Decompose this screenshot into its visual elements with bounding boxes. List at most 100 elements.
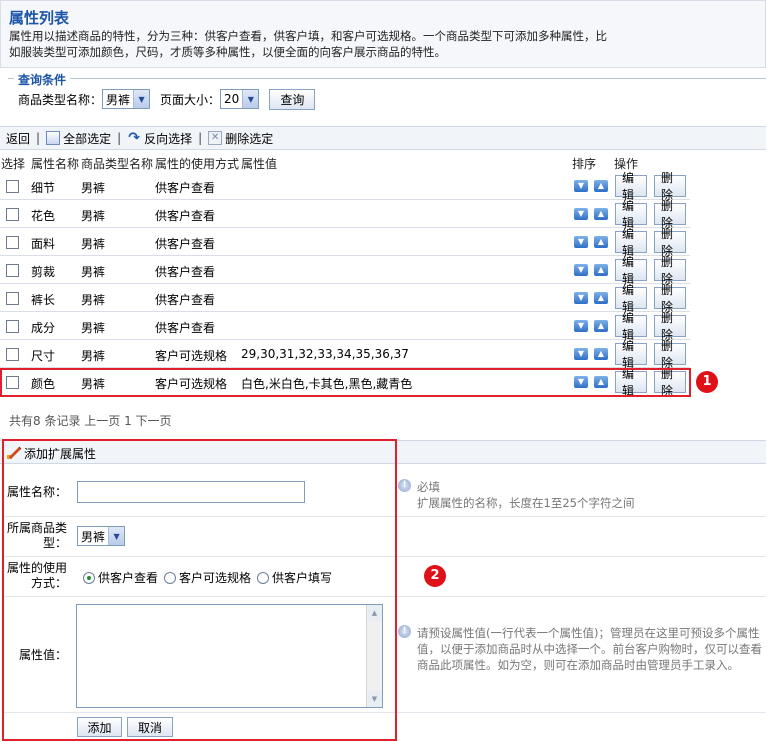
delete-button[interactable]: 删除 — [654, 283, 686, 314]
highlight-box-row — [0, 368, 691, 397]
edit-button[interactable]: 编辑 — [615, 339, 647, 370]
row-checkbox[interactable] — [6, 264, 19, 277]
page-description: 属性用以描述商品的特性，分为三种：供客户查看，供客户填，和客户可选规格。一个商品… — [9, 29, 607, 59]
table-row: 细节 男裤 供客户查看 ▼ ▲ 编辑 删除 — [0, 171, 690, 202]
row-type: 男裤 — [81, 349, 106, 363]
delete-button[interactable]: 删除 — [654, 255, 686, 286]
table-row: 剪裁 男裤 供客户查看 ▼ ▲ 编辑 删除 — [0, 255, 690, 286]
invert-selection-button[interactable]: ↷ 反向选择 — [127, 130, 192, 147]
search-button[interactable]: 查询 — [269, 88, 316, 110]
sort-down-icon[interactable]: ▼ — [574, 292, 588, 304]
sort-up-icon[interactable]: ▲ — [594, 236, 608, 248]
row-usage: 供客户查看 — [155, 181, 216, 195]
table-header: 选择 属性名称 商品类型名称 属性的使用方式 属性值 排序 操作 — [0, 154, 766, 172]
sort-up-icon[interactable]: ▲ — [594, 292, 608, 304]
edit-button[interactable]: 编辑 — [615, 255, 647, 286]
page-header: 属性列表 属性用以描述商品的特性，分为三种：供客户查看，供客户填，和客户可选规格… — [0, 0, 766, 68]
sort-down-icon[interactable]: ▼ — [574, 320, 588, 332]
delete-button[interactable]: 删除 — [654, 339, 686, 370]
edit-button[interactable]: 编辑 — [615, 283, 647, 314]
sort-up-icon[interactable]: ▲ — [594, 264, 608, 276]
values-hint: ! 请预设属性值(一行代表一个属性值)；管理员在这里可预设多个属性值，以便于添加商… — [398, 625, 764, 673]
select-all-button[interactable]: 全部选定 — [46, 130, 111, 147]
row-checkbox[interactable] — [6, 320, 19, 333]
sort-down-icon[interactable]: ▼ — [574, 348, 588, 360]
row-name: 剪裁 — [31, 265, 56, 279]
annotation-badge-2: 2 — [424, 565, 446, 587]
row-name: 尺寸 — [31, 349, 56, 363]
col-select: 选择 — [1, 157, 26, 171]
delete-button[interactable]: 删除 — [654, 227, 686, 258]
info-icon: ! — [398, 479, 411, 492]
sort-up-icon[interactable]: ▲ — [594, 348, 608, 360]
row-checkbox[interactable] — [6, 208, 19, 221]
row-usage: 供客户查看 — [155, 265, 216, 279]
row-name: 细节 — [31, 181, 56, 195]
toolbar-divider: | — [117, 131, 122, 145]
delete-button[interactable]: 删除 — [654, 199, 686, 230]
query-legend: 查询条件 — [14, 71, 71, 88]
col-usage: 属性的使用方式 — [155, 157, 240, 171]
toolbar-divider: | — [36, 131, 41, 145]
edit-button[interactable]: 编辑 — [615, 227, 647, 258]
checklist-icon — [46, 131, 61, 145]
delete-button[interactable]: 删除 — [654, 311, 686, 342]
table-row: 裤长 男裤 供客户查看 ▼ ▲ 编辑 删除 — [0, 283, 690, 314]
row-name: 面料 — [31, 237, 56, 251]
sort-down-icon[interactable]: ▼ — [574, 264, 588, 276]
row-usage: 供客户查看 — [155, 293, 216, 307]
type-filter-select[interactable]: 男裤 ▼ — [102, 89, 151, 109]
row-values: 29,30,31,32,33,34,35,36,37 — [241, 347, 409, 361]
row-usage: 供客户查看 — [155, 209, 216, 223]
name-hint: ! 必填 扩展属性的名称，长度在1至25个字符之间 — [398, 479, 634, 511]
sort-up-icon[interactable]: ▲ — [594, 180, 608, 192]
edit-button[interactable]: 编辑 — [615, 199, 647, 230]
row-type: 男裤 — [81, 237, 106, 251]
row-type: 男裤 — [81, 265, 106, 279]
chevron-down-icon: ▼ — [133, 90, 150, 108]
table-row: 成分 男裤 供客户查看 ▼ ▲ 编辑 删除 — [0, 311, 690, 342]
sort-down-icon[interactable]: ▼ — [574, 208, 588, 220]
sort-down-icon[interactable]: ▼ — [574, 180, 588, 192]
row-type: 男裤 — [81, 321, 106, 335]
page-title: 属性列表 — [9, 9, 70, 27]
sort-up-icon[interactable]: ▲ — [594, 208, 608, 220]
row-name: 裤长 — [31, 293, 56, 307]
row-checkbox[interactable] — [6, 292, 19, 305]
delete-x-icon: ✕ — [208, 131, 223, 145]
col-sort: 排序 — [572, 157, 597, 171]
chevron-down-icon: ▼ — [242, 90, 259, 108]
info-icon: ! — [398, 625, 411, 638]
list-toolbar: 返回 | 全部选定 | ↷ 反向选择 | ✕ 删除选定 — [0, 126, 766, 150]
row-type: 男裤 — [81, 293, 106, 307]
col-values: 属性值 — [241, 157, 278, 171]
col-type: 商品类型名称 — [81, 157, 154, 171]
highlight-box-form — [2, 439, 397, 741]
row-usage: 供客户查看 — [155, 237, 216, 251]
pagination: 共有8 条记录 上一页 1 下一页 — [9, 414, 172, 428]
row-type: 男裤 — [81, 181, 106, 195]
sort-up-icon[interactable]: ▲ — [594, 320, 608, 332]
toolbar-divider: | — [198, 131, 203, 145]
row-type: 男裤 — [81, 209, 106, 223]
edit-button[interactable]: 编辑 — [615, 171, 647, 202]
row-name: 花色 — [31, 209, 56, 223]
row-usage: 客户可选规格 — [155, 349, 228, 363]
back-link[interactable]: 返回 — [6, 130, 30, 147]
row-name: 成分 — [31, 321, 56, 335]
row-checkbox[interactable] — [6, 180, 19, 193]
row-checkbox[interactable] — [6, 236, 19, 249]
pagesize-select[interactable]: 20 ▼ — [220, 89, 260, 109]
delete-selected-button[interactable]: ✕ 删除选定 — [208, 130, 273, 147]
table-row: 尺寸 男裤 客户可选规格 29,30,31,32,33,34,35,36,37 … — [0, 339, 690, 370]
col-name: 属性名称 — [31, 157, 80, 171]
delete-button[interactable]: 删除 — [654, 171, 686, 202]
annotation-badge-1: 1 — [696, 371, 718, 393]
edit-button[interactable]: 编辑 — [615, 311, 647, 342]
pagesize-label: 页面大小： — [160, 92, 221, 107]
row-checkbox[interactable] — [6, 348, 19, 361]
table-row: 花色 男裤 供客户查看 ▼ ▲ 编辑 删除 — [0, 199, 690, 230]
row-usage: 供客户查看 — [155, 321, 216, 335]
sort-down-icon[interactable]: ▼ — [574, 236, 588, 248]
type-filter-label: 商品类型名称： — [18, 92, 103, 107]
